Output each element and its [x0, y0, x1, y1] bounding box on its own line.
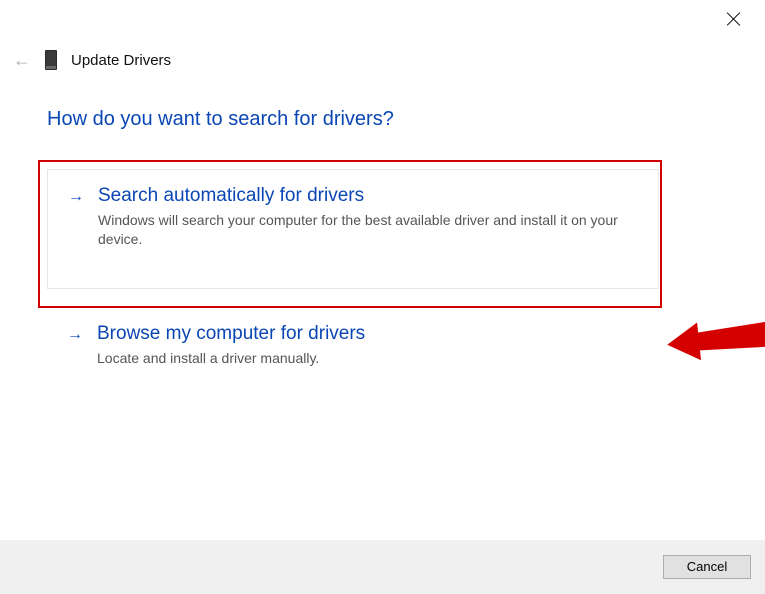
- option-text: Browse my computer for drivers Locate an…: [97, 323, 639, 368]
- back-arrow-icon[interactable]: ←: [13, 51, 31, 69]
- device-icon: [45, 50, 57, 70]
- header: ← Update Drivers: [13, 50, 171, 70]
- option-auto-desc: Windows will search your computer for th…: [98, 211, 638, 249]
- option-browse-desc: Locate and install a driver manually.: [97, 349, 639, 368]
- page-question: How do you want to search for drivers?: [47, 108, 659, 131]
- option-auto-title: Search automatically for drivers: [98, 185, 638, 207]
- cancel-button[interactable]: Cancel: [663, 555, 751, 579]
- window-title: Update Drivers: [71, 52, 171, 69]
- footer: Cancel: [0, 540, 765, 594]
- option-search-automatically[interactable]: → Search automatically for drivers Windo…: [47, 169, 659, 289]
- close-button[interactable]: [725, 10, 743, 28]
- option-browse-computer[interactable]: → Browse my computer for drivers Locate …: [47, 319, 659, 378]
- arrow-right-icon: →: [68, 188, 84, 262]
- option-browse-title: Browse my computer for drivers: [97, 323, 639, 345]
- arrow-right-icon: →: [67, 326, 83, 368]
- annotation-arrow-icon: [664, 306, 765, 372]
- content-area: How do you want to search for drivers? →…: [47, 108, 659, 408]
- option-text: Search automatically for drivers Windows…: [98, 185, 638, 262]
